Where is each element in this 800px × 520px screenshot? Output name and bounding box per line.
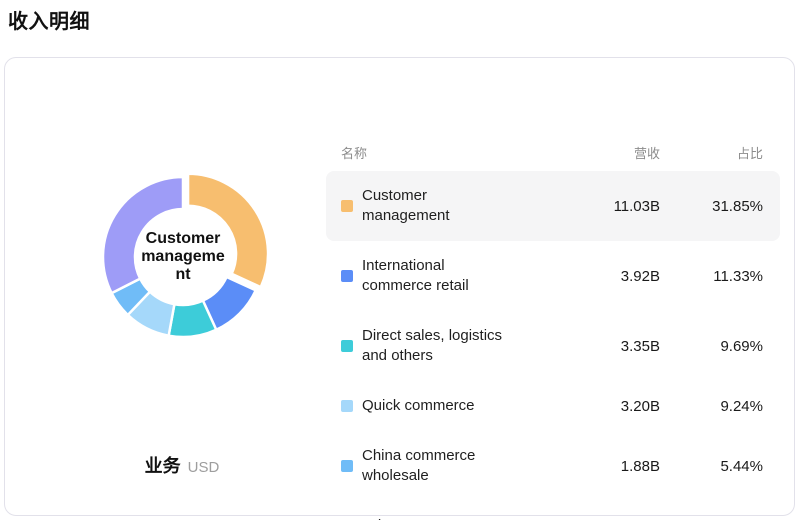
series-name-label: 业务 bbox=[144, 456, 181, 476]
table-row[interactable]: Other11.24B32.45% bbox=[326, 501, 780, 520]
row-share: 5.44% bbox=[720, 457, 763, 475]
page-title: 收入明细 bbox=[8, 11, 90, 33]
donut-slice[interactable] bbox=[186, 172, 270, 289]
donut-chart-area: Customer manageme nt bbox=[81, 155, 285, 359]
revenue-table-body: Customer management 11.03B 31.85% Internati… bbox=[326, 171, 780, 520]
revenue-card: Customer manageme nt 业务 USD 名称 营收 占比 Cust… bbox=[4, 57, 795, 520]
row-share: 11.33% bbox=[713, 267, 763, 285]
legend-swatch-icon bbox=[341, 400, 353, 412]
row-share: 31.85% bbox=[712, 197, 763, 215]
legend-swatch-icon bbox=[341, 340, 353, 352]
row-share: 9.69% bbox=[720, 337, 763, 355]
donut-chart[interactable] bbox=[81, 155, 285, 359]
row-name: International commerce retail bbox=[362, 257, 469, 294]
row-share: 9.24% bbox=[720, 397, 763, 415]
table-row[interactable]: Direct sales, logistics and others 3.35B 9… bbox=[326, 311, 780, 381]
row-name: Customer management bbox=[362, 187, 450, 224]
row-revenue: 1.88B bbox=[620, 457, 660, 475]
table-row[interactable]: Customer management 11.03B 31.85% bbox=[326, 171, 780, 241]
donut-slice[interactable] bbox=[101, 175, 185, 295]
row-name: China commerce wholesale bbox=[362, 447, 476, 484]
row-name: Direct sales, logistics and others bbox=[362, 327, 503, 364]
revenue-table: 名称 营收 占比 Customer management 11.03B 31.85%… bbox=[326, 134, 780, 520]
series-unit-label: USD bbox=[187, 459, 220, 476]
legend-swatch-icon bbox=[341, 200, 353, 212]
column-header-revenue: 营收 bbox=[633, 146, 660, 161]
row-revenue: 3.20B bbox=[620, 397, 660, 415]
legend-swatch-icon bbox=[341, 460, 353, 472]
row-name: Other bbox=[362, 516, 504, 520]
table-row[interactable]: Quick commerce 3.20B 9.24% bbox=[326, 381, 780, 431]
column-header-share: 占比 bbox=[736, 146, 763, 161]
table-row[interactable]: International commerce retail 3.92B 11.33% bbox=[326, 241, 780, 311]
row-revenue: 3.35B bbox=[620, 337, 660, 355]
column-header-name: 名称 bbox=[341, 146, 368, 161]
table-row[interactable]: China commerce wholesale 1.88B 5.44% bbox=[326, 431, 780, 501]
row-revenue: 11.03B bbox=[613, 197, 660, 215]
revenue-detail-panel: 收入明细 Customer manageme nt 业务 USD 名称 营收 占比… bbox=[0, 0, 800, 520]
chart-footer: 业务 USD bbox=[77, 452, 287, 478]
revenue-table-header: 名称 营收 占比 bbox=[326, 134, 780, 171]
row-name: Quick commerce bbox=[362, 397, 475, 414]
legend-swatch-icon bbox=[341, 270, 353, 282]
row-revenue: 3.92B bbox=[620, 267, 660, 285]
